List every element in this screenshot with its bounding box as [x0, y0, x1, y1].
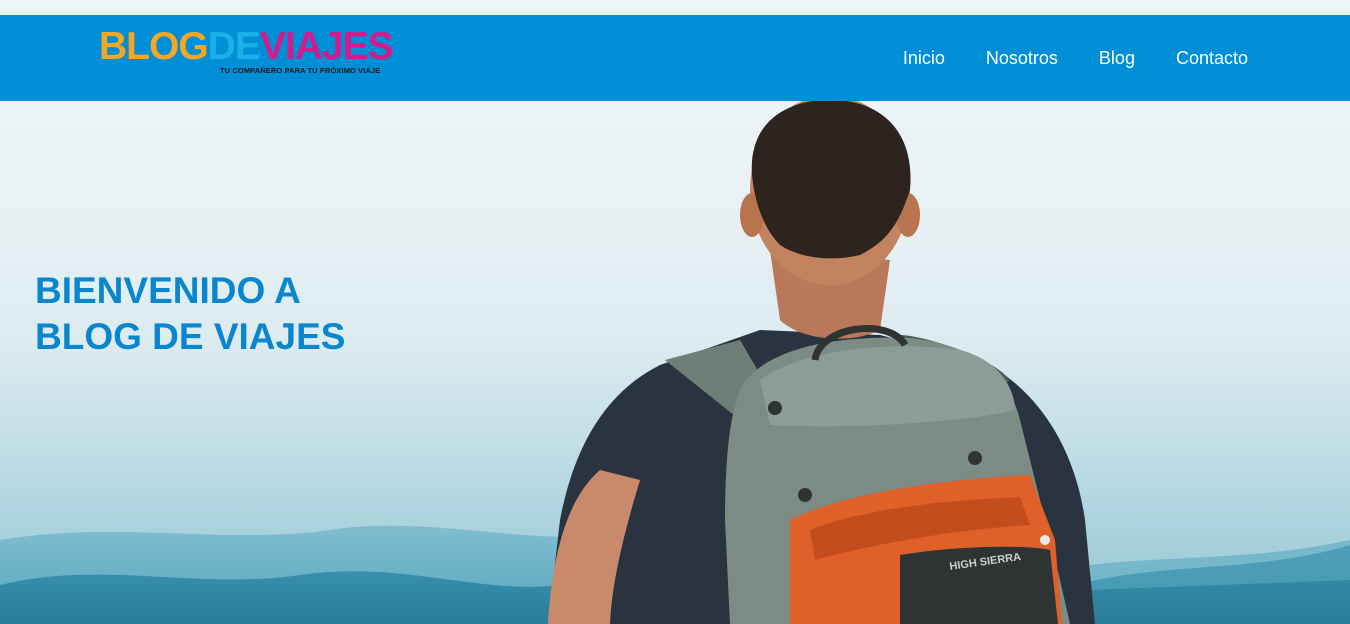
hero-title: BIENVENIDO A BLOG DE VIAJES	[35, 268, 455, 360]
logo-word-blog: BLOG	[99, 25, 209, 68]
logo-wordmark: BLOGDEVIAJES	[99, 25, 394, 68]
hero-title-line-1: BIENVENIDO A	[35, 270, 301, 311]
top-navbar: BLOGDEVIAJES TU COMPAÑERO PARA TU PRÓXIM…	[0, 15, 1350, 101]
main-nav: Inicio Nosotros Blog Contacto	[903, 15, 1248, 101]
nav-link-inicio[interactable]: Inicio	[903, 48, 945, 69]
logo-tagline: TU COMPAÑERO PARA TU PRÓXIMO VIAJE	[220, 66, 381, 75]
logo-word-de: DE	[207, 25, 261, 68]
nav-link-blog[interactable]: Blog	[1099, 48, 1135, 69]
site-logo[interactable]: BLOGDEVIAJES TU COMPAÑERO PARA TU PRÓXIM…	[99, 27, 429, 87]
nav-link-contacto[interactable]: Contacto	[1176, 48, 1248, 69]
logo-word-viajes: VIAJES	[259, 25, 394, 68]
nav-link-nosotros[interactable]: Nosotros	[986, 48, 1058, 69]
hero-title-line-2: BLOG DE VIAJES	[35, 316, 346, 357]
